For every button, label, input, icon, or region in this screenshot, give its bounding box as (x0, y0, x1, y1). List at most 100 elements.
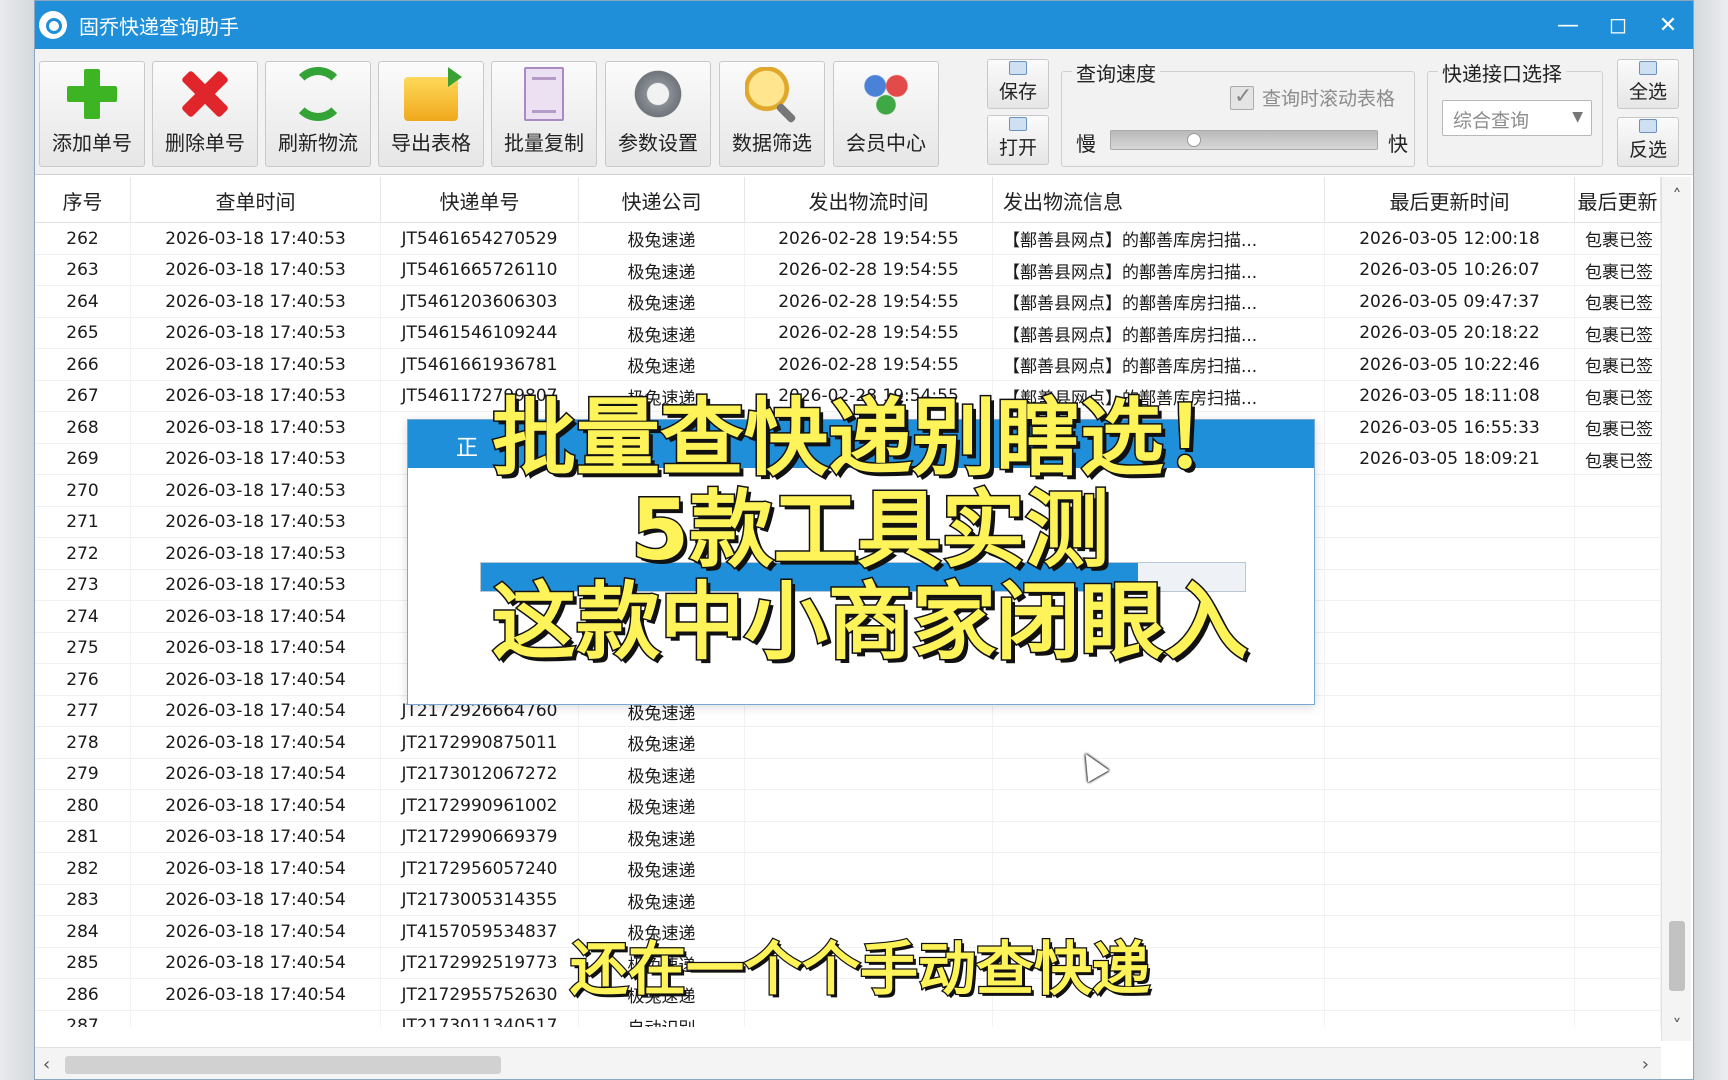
cell-tracking-number: JT2173005314355 (381, 884, 579, 916)
cell-ship-time (745, 727, 993, 759)
header-query-time[interactable]: 查单时间 (131, 177, 381, 223)
horizontal-scrollbar[interactable]: ‹ › (35, 1047, 1661, 1079)
table-row[interactable]: 287 JT2173011340517自动识别 (35, 1010, 1661, 1027)
header-index[interactable]: 序号 (35, 177, 131, 223)
cell-ship-time: 2026-02-28 19:54:55 (745, 317, 993, 349)
scroll-up-icon[interactable]: ˄ (1662, 181, 1692, 211)
cell-tracking-number: JT2173012067272 (381, 758, 579, 790)
header-ship-time[interactable]: 发出物流时间 (745, 177, 993, 223)
cell-index: 271 (35, 506, 131, 538)
cell-query-time: 2026-03-18 17:40:53 (131, 538, 381, 570)
cell-courier: 极兔速递 (579, 317, 745, 349)
cell-tracking-number: JT5461661936781 (381, 349, 579, 381)
table-row[interactable]: 281 2026-03-18 17:40:54 JT2172990669379 极兔速… (35, 821, 1661, 853)
data-filter-button[interactable]: 数据筛选 (719, 61, 825, 167)
header-tracking-number[interactable]: 快递单号 (381, 177, 579, 223)
query-speed-group: 查询速度 查询时滚动表格 慢 快 (1061, 58, 1415, 167)
filter-search-icon (745, 67, 799, 121)
cell-ship-time (745, 821, 993, 853)
cell-index: 269 (35, 443, 131, 475)
cell-last-update-time (1325, 853, 1575, 885)
settings-button[interactable]: 参数设置 (605, 61, 711, 167)
scroll-down-icon[interactable]: ˅ (1662, 1011, 1692, 1041)
cell-courier: 极兔速递 (579, 853, 745, 885)
overlay-line-2: 5款工具实测 (629, 481, 1110, 579)
cell-last-update: 包裹已签 (1575, 443, 1661, 475)
table-row[interactable]: 278 2026-03-18 17:40:54 JT2172990875011 极兔速… (35, 727, 1661, 759)
cell-last-update (1575, 727, 1661, 759)
cell-last-update-time: 2026-03-05 20:18:22 (1325, 317, 1575, 349)
cell-last-update: 包裹已签 (1575, 317, 1661, 349)
overlay-line-1: 批量查快递别瞎选！ (490, 389, 1249, 487)
export-folder-icon (404, 67, 462, 121)
cell-courier: 自动识别 (579, 1010, 745, 1027)
cell-courier: 极兔速递 (579, 349, 745, 381)
open-button[interactable]: 打开 (987, 115, 1049, 165)
delete-number-button[interactable]: 删除单号 (152, 61, 258, 167)
title-bar[interactable]: 固乔快递查询助手 — ◻ ✕ (35, 1, 1693, 49)
cell-last-update-time: 2026-03-05 16:55:33 (1325, 412, 1575, 444)
table-row[interactable]: 264 2026-03-18 17:40:53 JT5461203606303 极兔速… (35, 286, 1661, 318)
scroll-left-icon[interactable]: ‹ (43, 1054, 50, 1075)
refresh-logistics-button[interactable]: 刷新物流 (265, 61, 371, 167)
subtitle-caption: 还在一个个手动查快递 (569, 934, 1152, 1005)
cell-index: 272 (35, 538, 131, 570)
table-row[interactable]: 280 2026-03-18 17:40:54 JT2172990961002 极兔速… (35, 790, 1661, 822)
refresh-logistics-label: 刷新物流 (278, 131, 358, 155)
table-row[interactable]: 263 2026-03-18 17:40:53 JT5461665726110 极兔速… (35, 254, 1661, 286)
scroll-table-checkbox[interactable] (1230, 84, 1254, 110)
add-number-button[interactable]: 添加单号 (39, 61, 145, 167)
cell-ship-info (993, 1010, 1325, 1027)
gear-icon (631, 67, 685, 121)
cell-index: 264 (35, 286, 131, 318)
vertical-scroll-thumb[interactable] (1669, 921, 1685, 991)
cell-last-update (1575, 884, 1661, 916)
cell-index: 263 (35, 254, 131, 286)
api-select-dropdown[interactable]: 综合查询 ▼ (1442, 100, 1592, 136)
cell-last-update-time: 2026-03-05 10:22:46 (1325, 349, 1575, 381)
invert-select-label: 反选 (1628, 139, 1667, 161)
cell-tracking-number: JT5461665726110 (381, 254, 579, 286)
maximize-button[interactable]: ◻ (1593, 1, 1643, 49)
table-row[interactable]: 262 2026-03-18 17:40:53 JT5461654270529 极兔速… (35, 223, 1661, 255)
save-button[interactable]: 保存 (987, 59, 1049, 109)
header-courier[interactable]: 快递公司 (579, 177, 745, 223)
close-button[interactable]: ✕ (1643, 1, 1693, 49)
table-row[interactable]: 279 2026-03-18 17:40:54 JT2173012067272 极兔速… (35, 758, 1661, 790)
speed-slider[interactable] (1110, 130, 1378, 150)
export-table-button[interactable]: 导出表格 (378, 61, 484, 167)
cell-query-time: 2026-03-18 17:40:53 (131, 223, 381, 255)
batch-copy-button[interactable]: 批量复制 (491, 61, 597, 167)
scroll-right-icon[interactable]: › (1642, 1054, 1649, 1075)
cell-query-time: 2026-03-18 17:40:54 (131, 601, 381, 633)
table-row[interactable]: 283 2026-03-18 17:40:54 JT2173005314355 极兔速… (35, 884, 1661, 916)
cell-query-time: 2026-03-18 17:40:54 (131, 727, 381, 759)
cell-ship-time: 2026-02-28 19:54:55 (745, 286, 993, 318)
users-icon (859, 67, 913, 121)
cell-query-time: 2026-03-18 17:40:54 (131, 916, 381, 948)
cell-last-update-time (1325, 632, 1575, 664)
table-row[interactable]: 282 2026-03-18 17:40:54 JT2172956057240 极兔速… (35, 853, 1661, 885)
member-center-button[interactable]: 会员中心 (833, 61, 939, 167)
cell-index: 283 (35, 884, 131, 916)
invert-select-button[interactable]: 反选 (1617, 117, 1679, 167)
header-last-update[interactable]: 最后更新 (1575, 177, 1661, 223)
speed-slider-thumb[interactable] (1186, 133, 1201, 147)
horizontal-scroll-thumb[interactable] (65, 1056, 501, 1074)
cell-last-update: 包裹已签 (1575, 254, 1661, 286)
speed-slow-label: 慢 (1076, 132, 1096, 156)
cell-last-update-time (1325, 664, 1575, 696)
vertical-scrollbar[interactable]: ˄ ˅ (1661, 177, 1691, 1041)
cell-last-update-time (1325, 506, 1575, 538)
minimize-button[interactable]: — (1543, 1, 1593, 49)
select-all-button[interactable]: 全选 (1617, 59, 1679, 109)
table-row[interactable]: 265 2026-03-18 17:40:53 JT5461546109244 极兔速… (35, 317, 1661, 349)
cell-query-time: 2026-03-18 17:40:53 (131, 349, 381, 381)
cell-courier: 极兔速递 (579, 758, 745, 790)
header-last-update-time[interactable]: 最后更新时间 (1325, 177, 1575, 223)
table-row[interactable]: 266 2026-03-18 17:40:53 JT5461661936781 极兔速… (35, 349, 1661, 381)
add-plus-icon (65, 67, 119, 121)
header-ship-info[interactable]: 发出物流信息 (993, 177, 1325, 223)
cell-last-update (1575, 569, 1661, 601)
cell-tracking-number: JT2172956057240 (381, 853, 579, 885)
